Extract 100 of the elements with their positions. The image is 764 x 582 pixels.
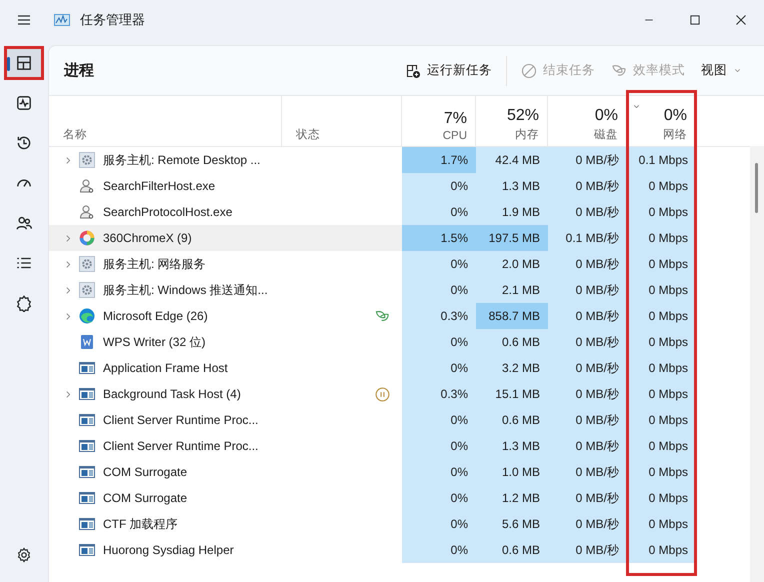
processes-icon bbox=[15, 54, 33, 72]
usage-cell: 2.1 MB bbox=[476, 277, 548, 303]
toolbar-button[interactable]: 运行新任务 bbox=[397, 54, 500, 86]
usage-cell: 0 Mbps bbox=[627, 277, 696, 303]
page-title: 进程 bbox=[64, 61, 95, 80]
process-name-cell[interactable]: WPS Writer (32 位) bbox=[49, 329, 402, 355]
close-icon bbox=[735, 14, 747, 26]
app-chart-icon bbox=[54, 12, 70, 28]
process-name-cell[interactable]: Microsoft Edge (26) bbox=[49, 303, 402, 329]
expand-chevron-icon[interactable] bbox=[64, 260, 72, 268]
usage-cell: 0 MB/秒 bbox=[548, 303, 627, 329]
usage-cell: 3.2 MB bbox=[476, 355, 548, 381]
settings-icon bbox=[16, 547, 32, 563]
pulse-chart-icon bbox=[15, 94, 33, 112]
app-window-icon bbox=[79, 516, 95, 532]
usage-cell: 0.1 Mbps bbox=[627, 147, 696, 173]
usage-cell: 0 Mbps bbox=[627, 199, 696, 225]
usage-cell: 0 Mbps bbox=[627, 485, 696, 511]
usage-cell: 0.3% bbox=[402, 381, 476, 407]
usage-cell: 0% bbox=[402, 199, 476, 225]
window-title: 任务管理器 bbox=[80, 11, 145, 29]
scrollbar-thumb[interactable] bbox=[755, 163, 758, 213]
usage-cell: 0% bbox=[402, 407, 476, 433]
expand-chevron-icon[interactable] bbox=[64, 234, 72, 242]
usage-cell: 0% bbox=[402, 173, 476, 199]
usage-cell: 15.1 MB bbox=[476, 381, 548, 407]
expand-chevron-icon[interactable] bbox=[64, 312, 72, 320]
app-window-icon bbox=[79, 386, 95, 402]
gear-icon bbox=[79, 256, 95, 272]
process-name-cell[interactable]: Client Server Runtime Proc... bbox=[49, 433, 402, 459]
usage-cell: 0 MB/秒 bbox=[548, 277, 627, 303]
usage-cell: 0 Mbps bbox=[627, 303, 696, 329]
document-icon bbox=[79, 334, 95, 350]
app-window-icon bbox=[79, 360, 95, 376]
usage-cell: 1.0 MB bbox=[476, 459, 548, 485]
process-name-cell[interactable]: COM Surrogate bbox=[49, 459, 402, 485]
usage-cell: 0 Mbps bbox=[627, 511, 696, 537]
usage-cell: 0.3% bbox=[402, 303, 476, 329]
column-header[interactable]: 7% CPU bbox=[402, 96, 476, 146]
process-name-cell[interactable]: SearchFilterHost.exe bbox=[49, 173, 402, 199]
usage-cell: 0 Mbps bbox=[627, 381, 696, 407]
sidebar-tab[interactable] bbox=[4, 46, 44, 80]
usage-cell: 1.3 MB bbox=[476, 433, 548, 459]
usage-cell: 42.4 MB bbox=[476, 147, 548, 173]
process-name-cell[interactable]: 服务主机: Remote Desktop ... bbox=[49, 147, 402, 173]
usage-cell: 1.9 MB bbox=[476, 199, 548, 225]
usage-cell: 1.5% bbox=[402, 225, 476, 251]
usage-cell: 0 MB/秒 bbox=[548, 381, 627, 407]
process-name-cell[interactable]: 360ChromeX (9) bbox=[49, 225, 402, 251]
process-name-cell[interactable]: CTF 加载程序 bbox=[49, 511, 402, 537]
usage-cell: 0 Mbps bbox=[627, 225, 696, 251]
process-name-cell[interactable]: Client Server Runtime Proc... bbox=[49, 407, 402, 433]
usage-cell: 0% bbox=[402, 537, 476, 563]
expand-chevron-icon[interactable] bbox=[64, 390, 72, 398]
process-name-cell[interactable]: 服务主机: 网络服务 bbox=[49, 251, 402, 277]
gear-icon bbox=[79, 282, 95, 298]
process-name-cell[interactable]: 服务主机: Windows 推送通知... bbox=[49, 277, 402, 303]
usage-cell: 0 Mbps bbox=[627, 251, 696, 277]
usage-cell: 0 MB/秒 bbox=[548, 173, 627, 199]
usage-cell: 0 MB/秒 bbox=[548, 251, 627, 277]
app-window-icon bbox=[79, 412, 95, 428]
usage-cell: 0% bbox=[402, 355, 476, 381]
colorful-ring-icon bbox=[79, 230, 95, 246]
usage-cell: 0 MB/秒 bbox=[548, 407, 627, 433]
expand-chevron-icon[interactable] bbox=[64, 156, 72, 164]
process-name-cell[interactable]: Application Frame Host bbox=[49, 355, 402, 381]
usage-cell: 0 MB/秒 bbox=[548, 433, 627, 459]
user-search-icon bbox=[79, 178, 95, 194]
usage-cell: 0 Mbps bbox=[627, 459, 696, 485]
usage-cell: 0 MB/秒 bbox=[548, 199, 627, 225]
usage-cell: 0 Mbps bbox=[627, 329, 696, 355]
view-dropdown[interactable]: 视图 bbox=[693, 54, 750, 86]
run-task-icon bbox=[405, 62, 421, 78]
process-name-cell[interactable]: Huorong Sysdiag Helper bbox=[49, 537, 402, 563]
user-search-icon bbox=[79, 204, 95, 220]
process-name-cell[interactable]: COM Surrogate bbox=[49, 485, 402, 511]
wave-swirl-icon bbox=[79, 308, 95, 324]
usage-cell: 0 MB/秒 bbox=[548, 485, 627, 511]
usage-cell: 0% bbox=[402, 433, 476, 459]
usage-cell: 0 MB/秒 bbox=[548, 147, 627, 173]
usage-cell: 0.6 MB bbox=[476, 537, 548, 563]
process-name-cell[interactable]: Background Task Host (4) bbox=[49, 381, 402, 407]
usage-cell: 2.0 MB bbox=[476, 251, 548, 277]
usage-cell: 1.2 MB bbox=[476, 485, 548, 511]
column-header[interactable]: 名称 bbox=[49, 96, 282, 146]
app-window-icon bbox=[79, 542, 95, 558]
usage-cell: 1.3 MB bbox=[476, 173, 548, 199]
usage-cell: 0 MB/秒 bbox=[548, 459, 627, 485]
column-header[interactable]: 状态 bbox=[282, 96, 402, 146]
column-header[interactable]: 0% 磁盘 bbox=[548, 96, 627, 146]
usage-cell: 0 MB/秒 bbox=[548, 329, 627, 355]
usage-cell: 0 Mbps bbox=[627, 355, 696, 381]
usage-cell: 0 Mbps bbox=[627, 407, 696, 433]
column-header[interactable]: 52% 内存 bbox=[476, 96, 548, 146]
column-header[interactable]: 0% 网络 bbox=[627, 96, 696, 146]
usage-cell: 5.6 MB bbox=[476, 511, 548, 537]
usage-cell: 0.6 MB bbox=[476, 407, 548, 433]
process-name-cell[interactable]: SearchProtocolHost.exe bbox=[49, 199, 402, 225]
history-clock-icon bbox=[15, 134, 33, 152]
expand-chevron-icon[interactable] bbox=[64, 286, 72, 294]
